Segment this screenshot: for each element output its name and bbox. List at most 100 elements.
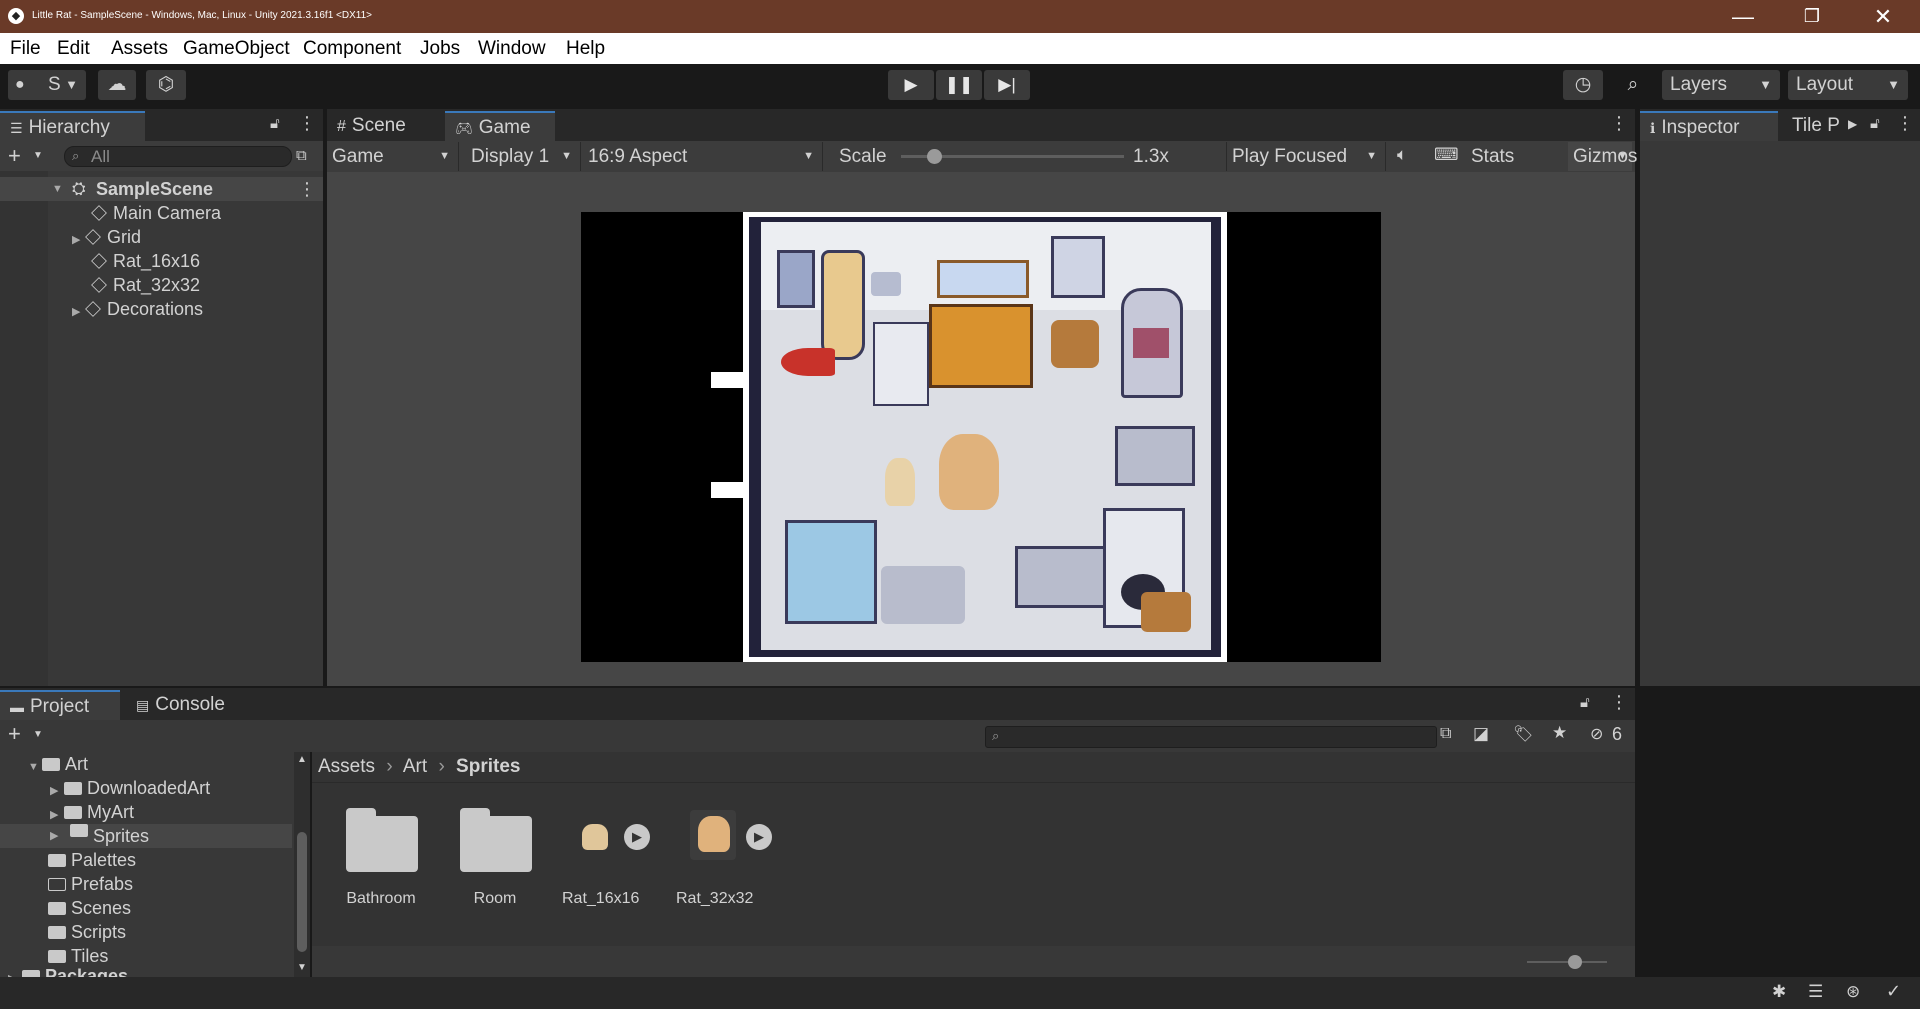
layout-dropdown[interactable]: Layout ▼ xyxy=(1788,70,1908,100)
hierarchy-item[interactable]: ▶ Decorations xyxy=(72,297,203,321)
tree-item-downloadedart[interactable]: ▶ DownloadedArt xyxy=(50,776,210,800)
undo-history-button[interactable]: ◷ xyxy=(1563,70,1603,100)
chevron-down-icon[interactable]: ▼ xyxy=(33,729,43,740)
step-button[interactable]: ▶| xyxy=(984,70,1030,100)
search-scope-icon[interactable]: ⧉ xyxy=(1440,725,1451,743)
scale-slider[interactable] xyxy=(901,149,1124,164)
hierarchy-search-input[interactable]: ⌕ All xyxy=(64,146,292,167)
tab-game[interactable]: 🎮︎ Game xyxy=(445,111,555,141)
play-button[interactable]: ▶ xyxy=(888,70,934,100)
add-icon[interactable]: + xyxy=(8,721,21,747)
aspect-dropdown[interactable]: 16:9 Aspect ▼ xyxy=(583,142,823,171)
expand-arrow-icon[interactable]: ▶ xyxy=(8,967,22,977)
breadcrumb-sprites[interactable]: Sprites xyxy=(456,756,520,777)
more-options-icon[interactable]: ⋮ xyxy=(1896,113,1914,134)
restore-button[interactable]: ❐ xyxy=(1783,0,1841,33)
tab-console[interactable]: ▤ Console xyxy=(126,690,246,720)
play-icon[interactable]: ▶ xyxy=(746,824,772,850)
tab-inspector[interactable]: ℹ Inspector xyxy=(1640,111,1778,141)
chevron-down-icon[interactable]: ▼ xyxy=(1617,150,1628,162)
hierarchy-item[interactable]: ▶ Grid xyxy=(72,225,141,249)
chevron-down-icon[interactable]: ▼ xyxy=(33,150,43,161)
tree-item-prefabs[interactable]: Prefabs xyxy=(48,872,133,896)
menu-assets[interactable]: Assets xyxy=(111,38,168,60)
pause-button[interactable]: ❚❚ xyxy=(936,70,982,100)
debug-mode-icon[interactable]: ✱ xyxy=(1772,982,1786,1002)
tree-item-scripts[interactable]: Scripts xyxy=(48,920,126,944)
tab-scroll-right-icon[interactable]: ▶ xyxy=(1848,117,1857,131)
layers-dropdown[interactable]: Layers ▼ xyxy=(1662,70,1780,100)
project-search-input[interactable]: ⌕ xyxy=(985,726,1437,748)
icon-size-slider-thumb[interactable] xyxy=(1568,955,1582,969)
tree-item-packages[interactable]: ▶ Packages xyxy=(8,964,128,977)
tree-item-art[interactable]: ▼ Art xyxy=(28,752,88,776)
add-icon[interactable]: + xyxy=(8,143,21,169)
scene-menu-icon[interactable]: ⋮ xyxy=(298,177,316,201)
tree-scrollbar[interactable]: ▲ ▼ xyxy=(294,752,310,977)
tree-item-sprites[interactable]: ▶ Sprites xyxy=(0,824,292,848)
mute-audio-icon[interactable]: 🔈︎ xyxy=(1397,145,1407,165)
more-options-icon[interactable]: ⋮ xyxy=(1610,692,1628,713)
tab-hierarchy[interactable]: ☰ Hierarchy xyxy=(0,111,145,141)
collab-button[interactable]: ⌬ xyxy=(146,70,186,100)
menu-window[interactable]: Window xyxy=(478,38,546,60)
expand-arrow-icon[interactable]: ▼ xyxy=(52,177,63,201)
cache-server-icon[interactable]: ☰ xyxy=(1808,982,1823,1002)
expand-arrow-icon[interactable]: ▶ xyxy=(50,824,64,848)
game-mode-dropdown[interactable]: Game ▼ xyxy=(327,142,459,171)
account-dropdown[interactable]: ● S ▼ xyxy=(8,70,86,100)
stats-button[interactable]: Stats xyxy=(1471,142,1514,171)
asset-sprite-rat32[interactable]: ▶ Rat_32x32 xyxy=(676,800,776,910)
expand-arrow-icon[interactable]: ▼ xyxy=(28,755,42,779)
tab-project[interactable]: ▬ Project xyxy=(0,690,120,720)
more-options-icon[interactable]: ⋮ xyxy=(298,113,316,134)
search-button[interactable]: ⌕ xyxy=(1613,70,1653,100)
breadcrumb-art[interactable]: Art xyxy=(403,756,427,777)
lock-icon[interactable]: 🔓︎ xyxy=(1870,115,1880,132)
close-window-button[interactable]: ✕ xyxy=(1854,0,1912,33)
auto-generate-lighting-icon[interactable]: ⊛ xyxy=(1846,982,1860,1002)
play-mode-dropdown[interactable]: Play Focused ▼ xyxy=(1226,142,1386,171)
hidden-packages-icon[interactable]: ⊘ xyxy=(1590,724,1603,744)
tab-tile-palette[interactable]: Tile P xyxy=(1782,111,1850,141)
menu-help[interactable]: Help xyxy=(566,38,605,60)
asset-sprite-rat16[interactable]: ▶ Rat_16x16 xyxy=(562,800,662,910)
play-icon[interactable]: ▶ xyxy=(624,824,650,850)
asset-folder-room[interactable]: Room xyxy=(452,800,538,910)
keyboard-shortcuts-icon[interactable]: ⌨ xyxy=(1434,145,1459,165)
scale-slider-thumb[interactable] xyxy=(927,149,943,164)
asset-folder-bathroom[interactable]: Bathroom xyxy=(338,800,424,910)
menu-jobs[interactable]: Jobs xyxy=(420,38,460,60)
tree-item-myart[interactable]: ▶ MyArt xyxy=(50,800,134,824)
menu-component[interactable]: Component xyxy=(303,38,401,60)
scroll-down-icon[interactable]: ▼ xyxy=(297,962,307,973)
scene-search-icon[interactable]: ⧉ xyxy=(296,147,307,164)
tree-item-scenes[interactable]: Scenes xyxy=(48,896,131,920)
hierarchy-item[interactable]: Main Camera xyxy=(91,201,221,225)
menu-gameobject[interactable]: GameObject xyxy=(183,38,290,60)
menu-edit[interactable]: Edit xyxy=(57,38,90,60)
lock-icon[interactable]: 🔓︎ xyxy=(1580,694,1590,711)
minimize-button[interactable]: — xyxy=(1714,0,1772,33)
icon-size-slider[interactable] xyxy=(1527,961,1607,963)
lock-icon[interactable]: 🔓︎ xyxy=(270,115,280,132)
scene-row[interactable]: ▼ ⛭ SampleScene ⋮ xyxy=(0,177,323,201)
favorites-icon[interactable]: ★ xyxy=(1552,723,1567,743)
filter-by-label-icon[interactable]: 🏷︎ xyxy=(1513,724,1533,744)
display-dropdown[interactable]: Display 1 ▼ xyxy=(461,142,581,171)
more-options-icon[interactable]: ⋮ xyxy=(1610,113,1628,134)
hierarchy-item[interactable]: Rat_32x32 xyxy=(91,273,200,297)
cloud-button[interactable]: ☁ xyxy=(98,70,136,100)
status-check-icon[interactable]: ✓ xyxy=(1886,981,1901,1002)
expand-arrow-icon[interactable]: ▶ xyxy=(72,228,86,252)
scroll-up-icon[interactable]: ▲ xyxy=(297,754,307,765)
tab-scene[interactable]: # Scene xyxy=(327,111,437,141)
hierarchy-item[interactable]: Rat_16x16 xyxy=(91,249,200,273)
breadcrumb-assets[interactable]: Assets xyxy=(318,756,375,777)
filter-by-type-icon[interactable]: ◪ xyxy=(1473,724,1489,744)
scrollbar-thumb[interactable] xyxy=(297,832,307,952)
tree-item-palettes[interactable]: Palettes xyxy=(48,848,136,872)
game-view[interactable] xyxy=(327,172,1635,686)
menu-file[interactable]: File xyxy=(10,38,41,60)
expand-arrow-icon[interactable]: ▶ xyxy=(72,300,86,324)
